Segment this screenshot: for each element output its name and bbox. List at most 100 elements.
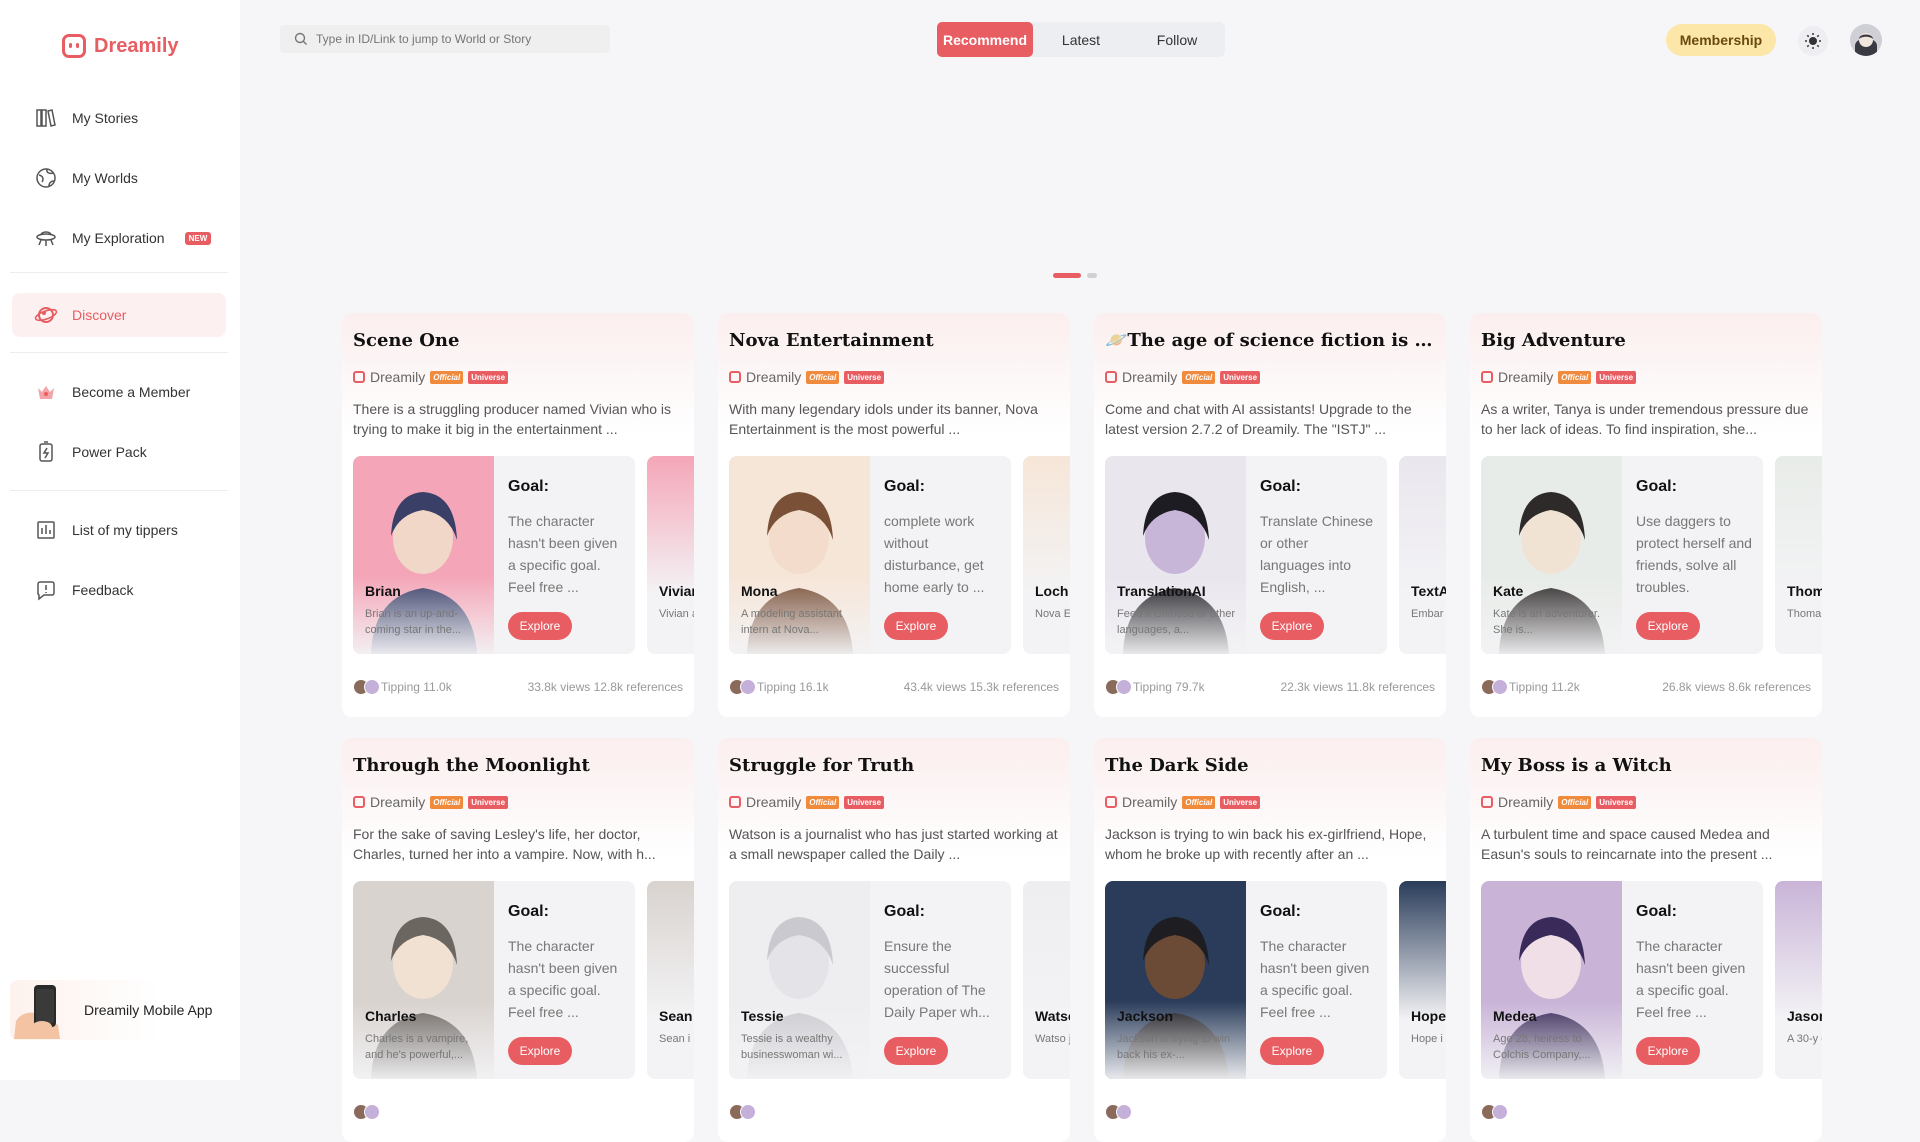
character-card[interactable]: Tessie Tessie is a wealthy businesswoman… bbox=[729, 881, 1011, 1079]
author-name: Dreamily bbox=[746, 369, 802, 385]
mobile-app-link[interactable]: Dreamily Mobile App bbox=[10, 980, 225, 1040]
universe-tag: Universe bbox=[468, 370, 509, 384]
sidebar-item-tippers[interactable]: List of my tippers bbox=[12, 508, 226, 552]
story-title[interactable]: Through the Moonlight bbox=[353, 755, 683, 776]
sidebar-item-become-member[interactable]: Become a Member bbox=[12, 370, 226, 414]
membership-button[interactable]: Membership bbox=[1666, 24, 1776, 56]
author-name: Dreamily bbox=[746, 794, 802, 810]
story-author[interactable]: Dreamily Official Universe bbox=[1105, 794, 1261, 810]
carousel-dot-active[interactable] bbox=[1053, 273, 1081, 278]
story-card[interactable]: My Boss is a Witch Dreamily Official Uni… bbox=[1470, 738, 1822, 1142]
tab-latest[interactable]: Latest bbox=[1033, 22, 1129, 57]
story-author[interactable]: Dreamily Official Universe bbox=[353, 369, 509, 385]
sidebar-item-my-exploration[interactable]: My Exploration NEW bbox=[12, 216, 226, 260]
card-footer bbox=[1105, 1100, 1435, 1124]
tipping-count: Tipping 79.7k bbox=[1133, 680, 1205, 694]
character-card[interactable]: Kate Kate is an adventurer. She is... Go… bbox=[1481, 456, 1763, 654]
explore-button[interactable]: Explore bbox=[884, 1037, 948, 1065]
globe-icon bbox=[34, 166, 58, 190]
sidebar-item-my-stories[interactable]: My Stories bbox=[12, 96, 226, 140]
universe-tag: Universe bbox=[844, 370, 885, 384]
character-card[interactable]: Medea Age 28, heiress to Colchis Company… bbox=[1481, 881, 1763, 1079]
phone-hand-icon bbox=[12, 981, 70, 1039]
discover-planet-icon bbox=[34, 303, 58, 327]
goal-heading: Goal: bbox=[1260, 903, 1301, 920]
tipping-count: Tipping 11.0k bbox=[381, 680, 452, 694]
new-badge: NEW bbox=[184, 231, 212, 245]
goal-text: The character hasn't been given a specif… bbox=[1260, 938, 1370, 1020]
theme-toggle[interactable] bbox=[1798, 26, 1828, 56]
character-card-next[interactable]: Watso Watso journa bbox=[1023, 881, 1070, 1079]
character-name: Jason bbox=[1787, 1008, 1822, 1024]
carousel-dot[interactable] bbox=[1087, 273, 1097, 278]
story-title[interactable]: The Dark Side bbox=[1105, 755, 1435, 776]
goal-heading: Goal: bbox=[1636, 478, 1677, 495]
character-card-next[interactable]: Vivian Vivian at the bbox=[647, 456, 694, 654]
app-logo[interactable]: Dreamily bbox=[62, 34, 179, 58]
character-card[interactable]: Mona A modeling assistant intern at Nova… bbox=[729, 456, 1011, 654]
story-author[interactable]: Dreamily Official Universe bbox=[1105, 369, 1261, 385]
story-card[interactable]: Struggle for Truth Dreamily Official Uni… bbox=[718, 738, 1070, 1142]
sidebar-item-label: Become a Member bbox=[72, 384, 191, 400]
story-author[interactable]: Dreamily Official Universe bbox=[353, 794, 509, 810]
goal-text: Use daggers to protect herself and frien… bbox=[1636, 513, 1752, 595]
sidebar-item-my-worlds[interactable]: My Worlds bbox=[12, 156, 226, 200]
character-card-next[interactable]: Sean Sean i hunter bbox=[647, 881, 694, 1079]
character-card[interactable]: Brian Brian is an up-and-coming star in … bbox=[353, 456, 635, 654]
search-input[interactable] bbox=[316, 32, 596, 46]
explore-button[interactable]: Explore bbox=[1260, 1037, 1324, 1065]
character-name: Brian bbox=[365, 583, 401, 599]
story-author[interactable]: Dreamily Official Universe bbox=[1481, 794, 1637, 810]
character-card-next[interactable]: Jason A 30-y emplo bbox=[1775, 881, 1822, 1079]
explore-button[interactable]: Explore bbox=[508, 1037, 572, 1065]
story-author[interactable]: Dreamily Official Universe bbox=[729, 369, 885, 385]
tab-follow[interactable]: Follow bbox=[1129, 22, 1225, 57]
character-name: Watso bbox=[1035, 1008, 1070, 1024]
story-author[interactable]: Dreamily Official Universe bbox=[1481, 369, 1637, 385]
story-author[interactable]: Dreamily Official Universe bbox=[729, 794, 885, 810]
explore-button[interactable]: Explore bbox=[884, 612, 948, 640]
card-footer bbox=[1481, 1100, 1811, 1124]
goal-heading: Goal: bbox=[1260, 478, 1301, 495]
character-name: TextA bbox=[1411, 583, 1446, 599]
sidebar-item-discover[interactable]: Discover bbox=[12, 293, 226, 337]
explore-button[interactable]: Explore bbox=[1260, 612, 1324, 640]
story-card[interactable]: Nova Entertainment Dreamily Official Uni… bbox=[718, 313, 1070, 717]
character-card[interactable]: Jackson Jackson is trying to win back hi… bbox=[1105, 881, 1387, 1079]
story-title[interactable]: Scene One bbox=[353, 330, 683, 351]
story-card[interactable]: 🪐The age of science fiction is coming Dr… bbox=[1094, 313, 1446, 717]
story-card[interactable]: Big Adventure Dreamily Official Universe… bbox=[1470, 313, 1822, 717]
character-name: Charles bbox=[365, 1008, 417, 1024]
explore-button[interactable]: Explore bbox=[508, 612, 572, 640]
character-card[interactable]: TranslationAI Feed it Chinese or other l… bbox=[1105, 456, 1387, 654]
search-bar[interactable] bbox=[280, 25, 610, 53]
story-card[interactable]: The Dark Side Dreamily Official Universe… bbox=[1094, 738, 1446, 1142]
story-title[interactable]: My Boss is a Witch bbox=[1481, 755, 1811, 776]
story-card[interactable]: Scene One Dreamily Official Universe The… bbox=[342, 313, 694, 717]
user-avatar[interactable] bbox=[1850, 24, 1882, 56]
explore-button[interactable]: Explore bbox=[1636, 1037, 1700, 1065]
character-card[interactable]: Charles Charles is a vampire, and he's p… bbox=[353, 881, 635, 1079]
tab-recommend[interactable]: Recommend bbox=[937, 22, 1033, 57]
character-card-next[interactable]: TextA Embar quest bbox=[1399, 456, 1446, 654]
dreamily-logo-icon bbox=[1481, 371, 1493, 383]
sidebar-item-power-pack[interactable]: Power Pack bbox=[12, 430, 226, 474]
character-card-next[interactable]: Loch Nova Entert bbox=[1023, 456, 1070, 654]
goal-heading: Goal: bbox=[508, 478, 549, 495]
sidebar-divider bbox=[10, 352, 228, 353]
sidebar-item-feedback[interactable]: Feedback bbox=[12, 568, 226, 612]
carousel-indicator bbox=[1053, 273, 1097, 278]
tipper-avatars bbox=[1481, 679, 1508, 695]
character-name: Vivian bbox=[659, 583, 694, 599]
story-title[interactable]: Big Adventure bbox=[1481, 330, 1811, 351]
goal-heading: Goal: bbox=[1636, 903, 1677, 920]
explore-button[interactable]: Explore bbox=[1636, 612, 1700, 640]
story-title[interactable]: Struggle for Truth bbox=[729, 755, 1059, 776]
character-card-next[interactable]: Hope Hope i books bbox=[1399, 881, 1446, 1079]
character-card-next[interactable]: Thom Thoma who d bbox=[1775, 456, 1822, 654]
universe-tag: Universe bbox=[844, 795, 885, 809]
story-card[interactable]: Through the Moonlight Dreamily Official … bbox=[342, 738, 694, 1142]
story-title[interactable]: 🪐The age of science fiction is coming bbox=[1105, 330, 1435, 351]
story-title[interactable]: Nova Entertainment bbox=[729, 330, 1059, 351]
tipper-avatar bbox=[1116, 1104, 1132, 1120]
